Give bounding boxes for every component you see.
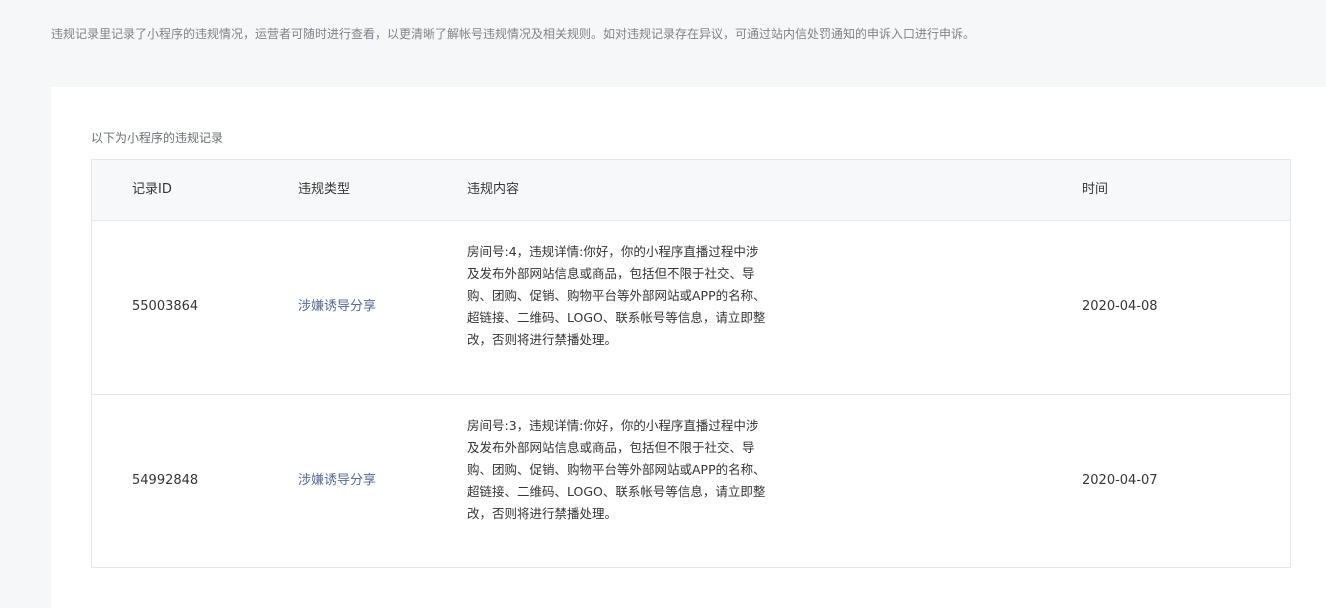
violation-content-cell: 房间号:3，违规详情:你好，你的小程序直播过程中涉及发布外部网站信息或商品，包括… bbox=[467, 418, 766, 521]
violation-type-link[interactable]: 涉嫌诱导分享 bbox=[298, 297, 376, 317]
column-header-time: 时间 bbox=[1082, 182, 1109, 197]
violation-records-table: 记录ID 违规类型 违规内容 时间 55003864 涉嫌诱导分享 房间号:4，… bbox=[91, 159, 1291, 568]
table-row: 55003864 涉嫌诱导分享 房间号:4，违规详情:你好，你的小程序直播过程中… bbox=[92, 221, 1290, 394]
table-row: 54992848 涉嫌诱导分享 房间号:3，违规详情:你好，你的小程序直播过程中… bbox=[92, 394, 1290, 567]
violation-type-link[interactable]: 涉嫌诱导分享 bbox=[298, 471, 376, 491]
intro-description: 违规记录里记录了小程序的违规情况，运营者可随时进行查看，以更清晰了解帐号违规情况… bbox=[51, 27, 976, 41]
time-cell: 2020-04-08 bbox=[1082, 299, 1158, 314]
violation-records-card: 以下为小程序的违规记录 记录ID 违规类型 违规内容 时间 55003864 涉… bbox=[51, 87, 1326, 608]
column-header-violation-type: 违规类型 bbox=[298, 182, 351, 197]
violation-content-cell: 房间号:4，违规详情:你好，你的小程序直播过程中涉及发布外部网站信息或商品，包括… bbox=[467, 244, 766, 347]
table-header-row: 记录ID 违规类型 违规内容 时间 bbox=[92, 160, 1290, 221]
column-header-violation-content: 违规内容 bbox=[467, 182, 520, 197]
time-cell: 2020-04-07 bbox=[1082, 473, 1158, 488]
section-title: 以下为小程序的违规记录 bbox=[91, 131, 224, 145]
record-id-cell: 54992848 bbox=[132, 473, 199, 488]
record-id-cell: 55003864 bbox=[132, 299, 199, 314]
column-header-record-id: 记录ID bbox=[132, 182, 172, 197]
